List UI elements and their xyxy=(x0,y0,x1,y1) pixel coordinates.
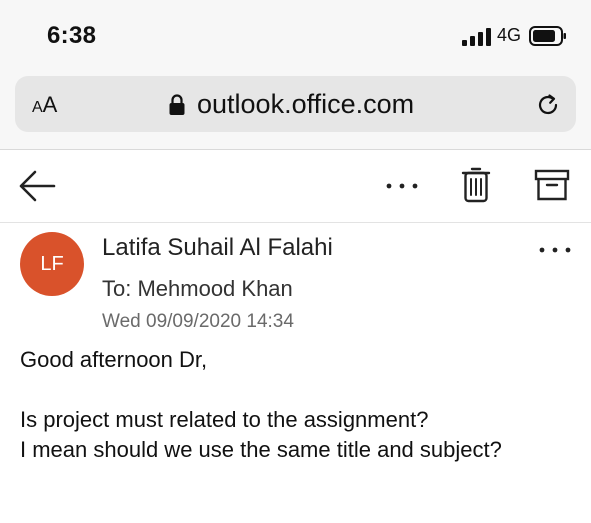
url-text[interactable]: outlook.office.com xyxy=(197,89,414,120)
mail-toolbar xyxy=(0,150,591,223)
body-line xyxy=(20,375,502,405)
status-bar: 6:38 4G xyxy=(0,0,591,72)
browser-header: AA outlook.office.com xyxy=(0,72,591,150)
body-line: Good afternoon Dr, xyxy=(20,347,208,372)
battery-icon xyxy=(529,26,566,46)
status-time: 6:38 xyxy=(47,22,97,49)
more-options-icon[interactable] xyxy=(385,182,419,190)
email-date: Wed 09/09/2020 14:34 xyxy=(102,311,294,332)
email-body: Good afternoon Dr, Is project must relat… xyxy=(20,345,502,465)
sender-name[interactable]: Latifa Suhail Al Falahi xyxy=(102,234,333,262)
address-bar[interactable]: AA outlook.office.com xyxy=(15,76,576,132)
back-arrow-icon[interactable] xyxy=(18,169,56,203)
recipient-line[interactable]: To: Mehmood Khan xyxy=(102,276,293,302)
avatar[interactable]: LF xyxy=(20,232,84,296)
signal-icon xyxy=(462,28,491,46)
archive-icon[interactable] xyxy=(534,168,570,202)
lock-icon xyxy=(169,94,185,115)
reload-icon[interactable] xyxy=(535,92,561,118)
text-size-button[interactable]: AA xyxy=(32,92,57,118)
network-label: 4G xyxy=(497,25,522,45)
message-more-icon[interactable] xyxy=(538,246,572,254)
body-line: I mean should we use the same title and … xyxy=(20,437,502,462)
body-line: Is project must related to the assignmen… xyxy=(20,407,429,432)
delete-icon[interactable] xyxy=(461,166,491,204)
